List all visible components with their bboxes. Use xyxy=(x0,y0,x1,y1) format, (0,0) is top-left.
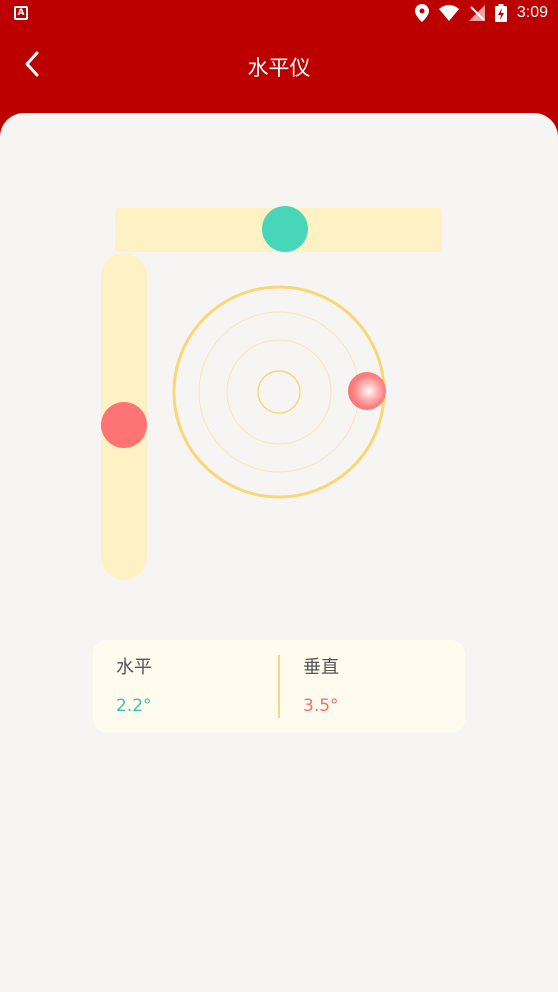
phone-screen: A 3:09 水平仪 水平 2.2° 垂直 3.5° xyxy=(0,0,558,992)
app-bar: 水平仪 xyxy=(0,28,558,106)
vertical-value: 3.5° xyxy=(303,696,339,716)
status-bar: A 3:09 xyxy=(0,0,558,28)
vertical-label: 垂直 xyxy=(303,657,339,678)
wifi-icon xyxy=(438,5,459,21)
location-icon xyxy=(414,4,429,22)
clock-time: 3:09 xyxy=(516,4,548,21)
horizontal-value: 2.2° xyxy=(116,696,152,716)
app-notification-badge: A xyxy=(17,8,25,18)
level-ring-2 xyxy=(198,311,360,473)
horizontal-readout: 水平 2.2° xyxy=(116,656,152,718)
vertical-level-bubble xyxy=(101,402,147,448)
app-notification-icon: A xyxy=(14,6,28,20)
page-title: 水平仪 xyxy=(247,56,311,80)
level-content: 水平 2.2° 垂直 3.5° xyxy=(0,113,558,992)
angle-readout-card: 水平 2.2° 垂直 3.5° xyxy=(93,640,465,733)
horizontal-label: 水平 xyxy=(116,657,152,678)
battery-charging-icon xyxy=(494,4,507,22)
no-signal-icon xyxy=(468,5,485,21)
horizontal-level-bubble xyxy=(262,206,308,252)
readout-divider xyxy=(278,655,280,718)
level-center-ring xyxy=(257,370,301,414)
circular-level-ball xyxy=(348,372,386,410)
vertical-readout: 垂直 3.5° xyxy=(303,656,339,718)
status-icons: 3:09 xyxy=(414,4,548,22)
level-ring-3 xyxy=(226,339,332,445)
